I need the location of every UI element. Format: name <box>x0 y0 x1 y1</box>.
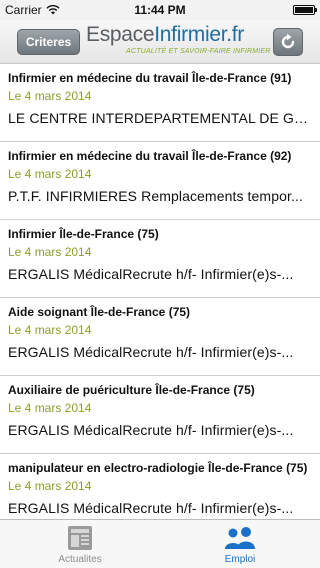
tab-emploi[interactable]: Emploi <box>160 520 320 568</box>
job-date: Le 4 mars 2014 <box>8 323 92 337</box>
logo-tagline: ACTUALITÉ ET SAVOIR-FAIRE INFIRMIER <box>126 48 271 55</box>
logo: EspaceInfirmier.fr ACTUALITÉ ET SAVOIR-F… <box>86 23 271 61</box>
job-date: Le 4 mars 2014 <box>8 89 92 103</box>
app-header: Criteres EspaceInfirmier.fr ACTUALITÉ ET… <box>0 20 320 64</box>
job-title: Aide soignant Île-de-France (75) <box>8 305 191 319</box>
job-row[interactable]: manipulateur en electro-radiologie Île-d… <box>0 454 320 519</box>
job-title: Infirmier en médecine du travail Île-de-… <box>8 71 292 85</box>
tab-actualites-label: Actualites <box>58 554 102 565</box>
tab-bar: Actualites Emploi <box>0 519 320 568</box>
job-date: Le 4 mars 2014 <box>8 167 92 181</box>
job-date: Le 4 mars 2014 <box>8 479 92 493</box>
newspaper-icon <box>68 526 92 550</box>
logo-infirmier: Infirmier.fr <box>154 23 244 46</box>
carrier-group: Carrier <box>5 3 60 17</box>
criteres-button[interactable]: Criteres <box>17 29 80 55</box>
people-icon <box>225 527 255 549</box>
job-company: ERGALIS MédicalRecrute h/f- Infirmier(e)… <box>8 344 294 360</box>
tab-actualites[interactable]: Actualites <box>0 520 160 568</box>
job-company: P.T.F. INFIRMIERES Remplacements tempor.… <box>8 188 303 204</box>
battery-icon <box>293 5 317 15</box>
job-row[interactable]: Infirmier en médecine du travail Île-de-… <box>0 64 320 142</box>
status-bar: Carrier 11:44 PM <box>0 0 320 20</box>
refresh-icon <box>281 33 295 49</box>
job-title: Infirmier Île-de-France (75) <box>8 227 159 241</box>
job-row[interactable]: Infirmier Île-de-France (75) Le 4 mars 2… <box>0 220 320 298</box>
job-title: Infirmier en médecine du travail Île-de-… <box>8 149 292 163</box>
job-row[interactable]: Aide soignant Île-de-France (75) Le 4 ma… <box>0 298 320 376</box>
job-row[interactable]: Infirmier en médecine du travail Île-de-… <box>0 142 320 220</box>
logo-text: EspaceInfirmier.fr <box>86 23 266 47</box>
job-company: ERGALIS MédicalRecrute h/f- Infirmier(e)… <box>8 266 294 282</box>
job-company: ERGALIS MédicalRecrute h/f- Infirmier(e)… <box>8 422 294 438</box>
logo-espace: Espace <box>86 23 155 46</box>
job-company: LE CENTRE INTERDEPARTEMENTAL DE GE... <box>8 110 312 126</box>
tab-emploi-label: Emploi <box>224 554 256 565</box>
job-company: ERGALIS MédicalRecrute h/f- Infirmier(e)… <box>8 500 294 516</box>
job-title: Auxiliaire de puériculture Île-de-France… <box>8 383 255 397</box>
job-row[interactable]: Auxiliaire de puériculture Île-de-France… <box>0 376 320 454</box>
job-list[interactable]: Infirmier en médecine du travail Île-de-… <box>0 64 320 519</box>
job-date: Le 4 mars 2014 <box>8 401 92 415</box>
wifi-icon <box>46 5 60 15</box>
job-date: Le 4 mars 2014 <box>8 245 92 259</box>
carrier-label: Carrier <box>5 3 42 17</box>
job-title: manipulateur en electro-radiologie Île-d… <box>8 461 308 475</box>
refresh-button[interactable] <box>273 28 303 56</box>
